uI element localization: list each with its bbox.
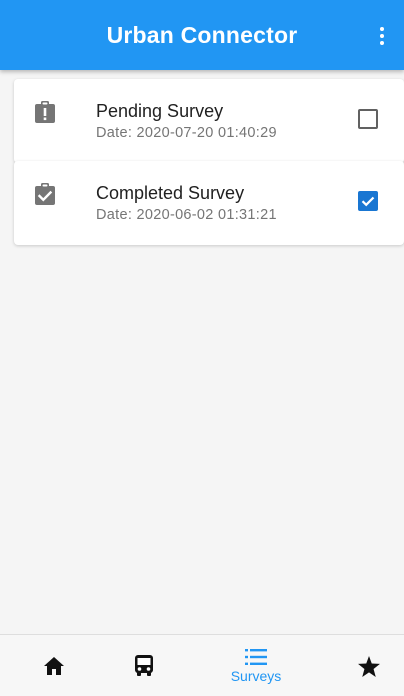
survey-date: Date: 2020-06-02 01:31:21 xyxy=(96,207,277,223)
nav-surveys[interactable]: Surveys xyxy=(216,635,296,696)
bottom-nav: Surveys xyxy=(0,634,404,696)
survey-card-pending[interactable]: Pending Survey Date: 2020-07-20 01:40:29 xyxy=(14,79,404,163)
list-icon xyxy=(245,649,267,665)
star-icon xyxy=(358,655,380,677)
check-icon xyxy=(361,196,375,207)
nav-home[interactable] xyxy=(14,635,94,696)
survey-date: Date: 2020-07-20 01:40:29 xyxy=(96,125,277,141)
nav-favorites[interactable] xyxy=(329,635,404,696)
survey-title: Pending Survey xyxy=(96,101,224,121)
bus-icon xyxy=(135,655,153,676)
nav-transit[interactable] xyxy=(104,635,184,696)
home-icon xyxy=(44,657,64,675)
survey-card-completed[interactable]: Completed Survey Date: 2020-06-02 01:31:… xyxy=(14,161,404,245)
survey-title: Completed Survey xyxy=(96,183,245,203)
nav-surveys-label: Surveys xyxy=(230,668,282,684)
more-vert-icon[interactable] xyxy=(368,20,396,52)
clipboard-check-icon xyxy=(35,183,55,205)
survey-checkbox[interactable] xyxy=(358,191,378,211)
app-title: Urban Connector xyxy=(106,21,298,48)
app-bar: Urban Connector xyxy=(0,0,404,70)
clipboard-alert-icon xyxy=(35,101,55,123)
survey-checkbox[interactable] xyxy=(358,109,378,129)
